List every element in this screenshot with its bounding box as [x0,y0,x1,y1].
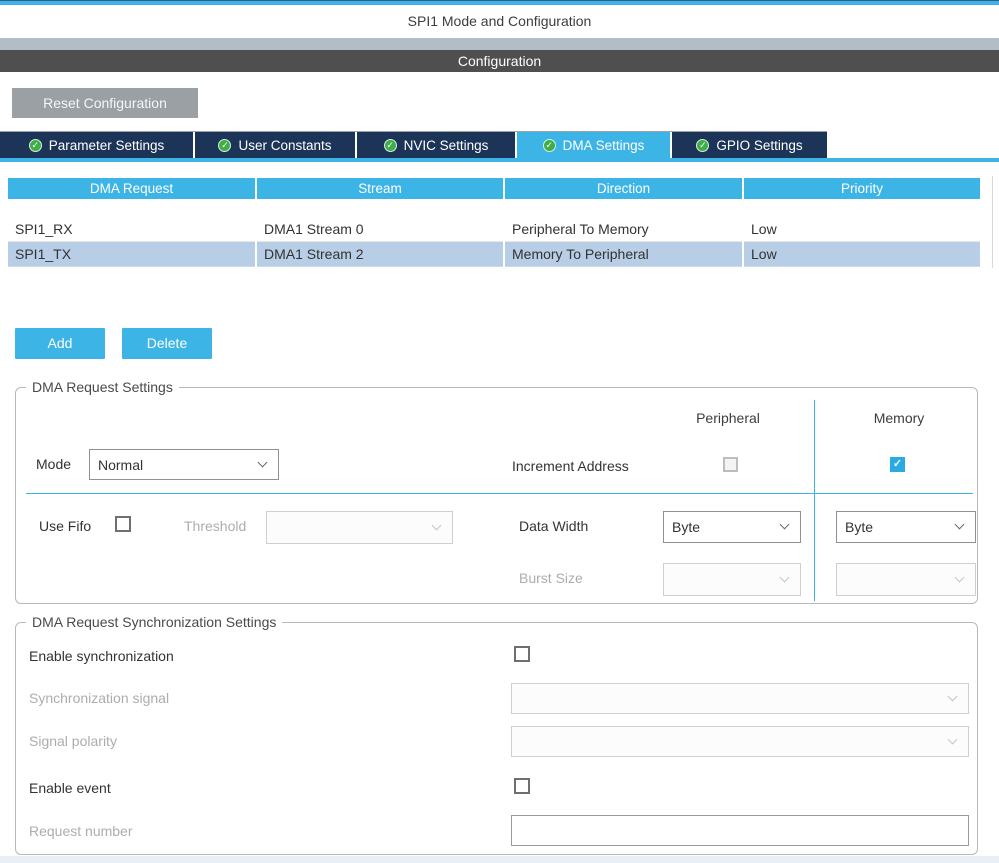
delete-button[interactable]: Delete [122,328,212,359]
tab-parameter-settings[interactable]: Parameter Settings [0,132,193,158]
data-width-memory-select[interactable]: Byte [836,511,976,543]
enable-synchronization-label: Enable synchronization [29,648,174,664]
cell-stream: DMA1 Stream 2 [257,242,503,267]
bottom-edge [0,856,999,863]
table-row-spi1-rx[interactable]: SPI1_RX DMA1 Stream 0 Peripheral To Memo… [8,217,980,242]
check-icon [696,138,710,152]
enable-event-checkbox[interactable] [514,778,530,794]
column-header-stream[interactable]: Stream [257,178,503,199]
tab-label: DMA Settings [562,137,645,153]
group-title: DMA Request Settings [26,379,179,395]
cell-direction: Memory To Peripheral [505,242,742,267]
configuration-section-header: Configuration [0,50,999,72]
tab-label: NVIC Settings [403,137,489,153]
table-row-spi1-tx[interactable]: SPI1_TX DMA1 Stream 2 Memory To Peripher… [8,242,980,267]
burst-size-label: Burst Size [519,570,583,586]
column-header-direction[interactable]: Direction [505,178,742,199]
mode-value: Normal [98,456,144,473]
dma-table-body: SPI1_RX DMA1 Stream 0 Peripheral To Memo… [8,217,980,267]
peripheral-column-header: Peripheral [696,410,760,426]
increment-address-peripheral-checkbox [723,457,738,472]
tab-label: User Constants [238,137,332,153]
dma-table-header: DMA Request Stream Direction Priority [8,178,980,199]
threshold-label: Threshold [184,518,247,534]
tab-dma-settings[interactable]: DMA Settings [517,132,670,158]
tab-label: Parameter Settings [48,137,165,153]
column-header-dma-request[interactable]: DMA Request [8,178,255,199]
cell-direction: Peripheral To Memory [505,217,742,242]
burst-size-memory-select [836,563,976,596]
synchronization-signal-label: Synchronization signal [29,690,170,706]
threshold-select [266,511,453,544]
enable-event-label: Enable event [29,780,111,796]
cell-stream: DMA1 Stream 0 [257,217,503,242]
chevron-down-icon [954,519,965,530]
mode-select[interactable]: Normal [89,449,279,480]
tab-label: GPIO Settings [716,137,803,153]
table-right-edge [992,176,993,268]
data-width-memory-value: Byte [845,519,874,535]
chevron-down-icon [954,572,965,582]
window-title: SPI1 Mode and Configuration [407,13,592,29]
spi1-configuration-dialog: SPI1 Mode and Configuration Configuratio… [0,0,999,863]
chevron-down-icon [431,520,442,530]
group-title: DMA Request Synchronization Settings [26,614,283,630]
increment-address-memory-checkbox[interactable] [890,457,905,472]
cell-priority: Low [744,242,980,267]
tab-user-constants[interactable]: User Constants [195,132,355,158]
enable-synchronization-checkbox[interactable] [514,646,530,662]
top-accent-bar [0,0,999,5]
active-tab-underline [0,158,999,162]
check-icon [218,138,232,152]
cell-priority: Low [744,217,980,242]
use-fifo-label: Use Fifo [39,518,92,534]
reset-configuration-button[interactable]: Reset Configuration [12,88,198,118]
data-width-peripheral-value: Byte [672,519,701,535]
settings-tabbar: Parameter Settings User Constants NVIC S… [0,131,827,158]
chevron-down-icon [257,457,268,467]
mode-section-bar [0,38,999,50]
column-header-priority[interactable]: Priority [744,178,980,199]
check-icon [383,138,397,152]
chevron-down-icon [779,519,790,530]
check-icon [542,138,556,152]
check-icon [28,138,42,152]
chevron-down-icon [947,734,958,744]
signal-polarity-label: Signal polarity [29,733,117,749]
request-number-input[interactable] [511,815,969,846]
cell-dma-request: SPI1_RX [8,217,255,242]
data-width-peripheral-select[interactable]: Byte [663,511,801,543]
tab-nvic-settings[interactable]: NVIC Settings [357,132,515,158]
memory-column-header: Memory [873,410,925,426]
dma-sync-settings-group: DMA Request Synchronization Settings Ena… [15,614,978,855]
increment-address-label: Increment Address [512,458,629,474]
chevron-down-icon [779,572,790,582]
cell-dma-request: SPI1_TX [8,242,255,267]
data-width-label: Data Width [519,518,589,534]
tab-gpio-settings[interactable]: GPIO Settings [672,132,827,158]
mode-label: Mode [36,456,72,472]
signal-polarity-select [511,726,969,757]
burst-size-peripheral-select [663,563,801,596]
add-button[interactable]: Add [15,328,105,359]
row-divider [26,493,973,494]
synchronization-signal-select [511,683,969,714]
column-divider [814,400,815,601]
use-fifo-checkbox[interactable] [115,516,131,532]
request-number-label: Request number [29,823,133,839]
dma-request-settings-group: DMA Request Settings Peripheral Memory M… [15,379,978,604]
chevron-down-icon [947,691,958,701]
